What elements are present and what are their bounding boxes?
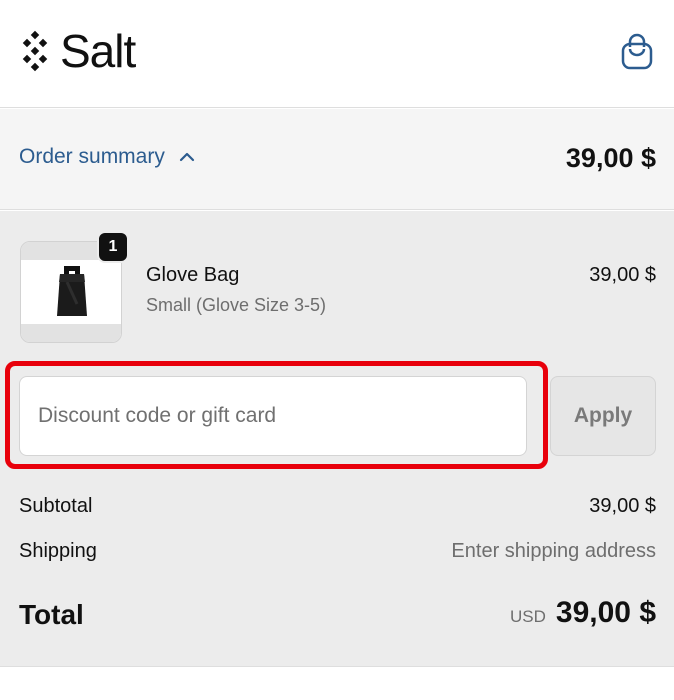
order-summary-label: Order summary — [19, 145, 165, 168]
order-summary-toggle[interactable]: Order summary — [19, 145, 195, 169]
product-name: Glove Bag — [146, 264, 240, 286]
brand-name: Salt — [60, 25, 136, 77]
chevron-up-icon — [179, 152, 194, 162]
order-summary-total: 39,00 $ — [565, 143, 656, 173]
brand-logo[interactable]: Salt — [18, 25, 136, 77]
site-header: Salt — [0, 0, 674, 108]
subtotal-value: 39,00 $ — [589, 495, 656, 517]
subtotal-label: Subtotal — [19, 495, 93, 517]
product-price: 39,00 $ — [589, 264, 656, 286]
total-label: Total — [19, 599, 84, 630]
product-variant: Small (Glove Size 3-5) — [146, 295, 327, 315]
shopping-bag-icon[interactable] — [620, 33, 654, 71]
order-summary-panel: 1 Glove Bag Small (Glove Size 3-5) 39,00… — [0, 211, 674, 667]
diamond-dots-logo-icon — [22, 30, 48, 72]
total-amount: USD 39,00 $ — [510, 596, 656, 630]
thumbnail-band-bottom — [21, 324, 121, 342]
order-summary-bar: Order summary 39,00 $ — [0, 109, 674, 210]
total-value: 39,00 $ — [555, 596, 656, 629]
quantity-badge: 1 — [97, 231, 129, 263]
apply-discount-button[interactable]: Apply — [550, 376, 656, 456]
currency-code: USD — [510, 607, 546, 626]
glove-bag-image — [57, 266, 87, 316]
shipping-value: Enter shipping address — [451, 540, 656, 562]
shipping-label: Shipping — [19, 540, 97, 562]
discount-code-input[interactable] — [19, 376, 527, 456]
